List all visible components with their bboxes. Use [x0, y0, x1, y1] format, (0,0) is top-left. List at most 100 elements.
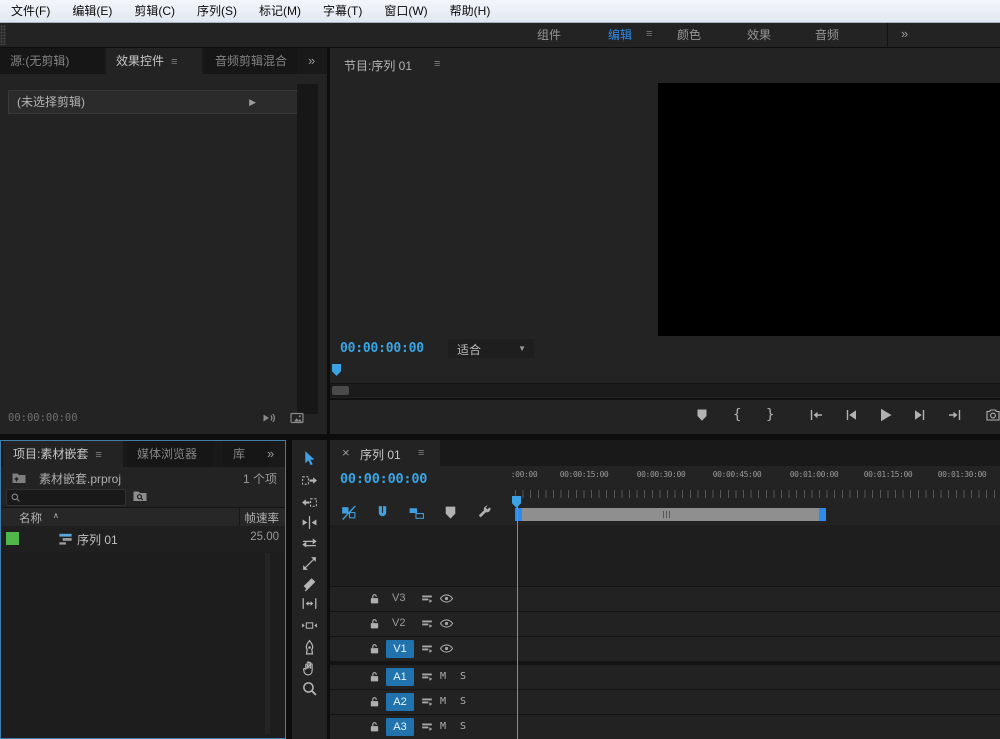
play-audio-icon[interactable] — [261, 410, 277, 426]
track-target-badge[interactable]: A2 — [386, 693, 414, 711]
mark-in-icon[interactable]: { — [733, 407, 741, 423]
track-target-badge[interactable]: A1 — [386, 668, 414, 686]
menu-clip[interactable]: 剪辑(C) — [123, 1, 186, 22]
track-row-a1[interactable]: A1 M S — [330, 664, 1000, 689]
slip-tool[interactable] — [301, 595, 318, 612]
menu-markers[interactable]: 标记(M) — [248, 1, 312, 22]
ripple-edit-tool[interactable] — [301, 514, 318, 531]
no-clip-selected-row[interactable]: (未选择剪辑) ▶ — [8, 90, 299, 114]
track-output-eye-icon[interactable] — [439, 641, 454, 656]
tab-effect-controls[interactable]: 效果控件≡ — [106, 48, 202, 74]
razor-tool[interactable] — [301, 575, 318, 592]
mute-button[interactable]: M — [440, 721, 446, 732]
sync-lock-icon[interactable] — [420, 642, 434, 656]
workspace-tab-color[interactable]: 颜色 — [677, 27, 701, 43]
zoom-handle-right[interactable] — [819, 508, 826, 521]
menu-file[interactable]: 文件(F) — [0, 1, 61, 22]
step-forward-icon[interactable] — [912, 407, 928, 423]
column-name[interactable]: 名称 — [19, 510, 42, 526]
timeline-menu-icon[interactable]: ≡ — [418, 447, 424, 459]
export-frame-camera-icon[interactable] — [985, 407, 1000, 423]
project-scrollbar[interactable] — [265, 553, 270, 734]
solo-button[interactable]: S — [460, 696, 466, 707]
menu-sequence[interactable]: 序列(S) — [186, 1, 248, 22]
track-row-v1[interactable]: V1 — [330, 636, 1000, 661]
timeline-settings-wrench-icon[interactable] — [476, 504, 493, 521]
tab-project[interactable]: 项目:素材嵌套≡ — [3, 441, 123, 467]
search-bin-folder-icon[interactable] — [132, 488, 148, 504]
track-label[interactable]: V3 — [392, 592, 405, 604]
menu-titles[interactable]: 字幕(T) — [312, 1, 373, 22]
project-item-row[interactable]: 序列 01 25.00 — [1, 526, 285, 552]
sync-lock-icon[interactable] — [420, 720, 434, 734]
track-select-backward-tool[interactable] — [301, 494, 318, 511]
menu-edit[interactable]: 编辑(E) — [61, 1, 123, 22]
selection-tool[interactable] — [301, 450, 318, 467]
zoom-bar-grip[interactable] — [663, 511, 672, 518]
sync-lock-icon[interactable] — [420, 670, 434, 684]
sync-lock-icon[interactable] — [420, 617, 434, 631]
mute-button[interactable]: M — [440, 671, 446, 682]
add-marker-icon[interactable] — [694, 407, 710, 423]
track-target-badge[interactable]: V1 — [386, 640, 414, 658]
program-mini-timeline[interactable] — [330, 363, 1000, 384]
rolling-edit-tool[interactable] — [301, 535, 318, 552]
mute-button[interactable]: M — [440, 696, 446, 707]
timeline-playhead-marker[interactable] — [512, 496, 521, 508]
mark-out-icon[interactable]: } — [766, 407, 774, 423]
workspace-overflow-chevron[interactable]: » — [901, 26, 908, 41]
solo-button[interactable]: S — [460, 721, 466, 732]
panel-overflow-chevron[interactable]: » — [308, 53, 315, 68]
rate-stretch-tool[interactable] — [301, 555, 318, 572]
workspace-tab-effects[interactable]: 效果 — [747, 27, 771, 43]
track-lock-icon[interactable] — [368, 642, 381, 655]
column-divider[interactable] — [239, 508, 240, 526]
export-frame-icon[interactable] — [289, 410, 305, 426]
track-output-eye-icon[interactable] — [439, 616, 454, 631]
program-playhead-marker[interactable] — [332, 364, 341, 376]
play-icon[interactable] — [877, 407, 893, 423]
sync-lock-icon[interactable] — [420, 695, 434, 709]
slide-tool[interactable] — [301, 617, 318, 634]
workspace-tab-editing[interactable]: 编辑 — [608, 27, 632, 43]
timeline-zoom-scrollbar[interactable] — [515, 508, 826, 521]
close-icon[interactable]: × — [342, 445, 350, 461]
snap-icon[interactable] — [374, 504, 391, 521]
menu-window[interactable]: 窗口(W) — [373, 1, 438, 22]
project-search-input[interactable] — [6, 489, 126, 506]
insert-nest-sequence-icon[interactable] — [340, 504, 357, 521]
track-lock-icon[interactable] — [368, 670, 381, 683]
go-to-out-icon[interactable] — [947, 407, 963, 423]
label-color-swatch[interactable] — [6, 532, 19, 545]
track-row-a2[interactable]: A2 M S — [330, 689, 1000, 714]
pen-tool[interactable] — [301, 639, 318, 656]
tab-media-browser[interactable]: 媒体浏览器 — [127, 441, 213, 467]
menu-help[interactable]: 帮助(H) — [439, 1, 502, 22]
timeline-add-marker-icon[interactable] — [442, 504, 459, 521]
track-lock-icon[interactable] — [368, 617, 381, 630]
track-target-badge[interactable]: A3 — [386, 718, 414, 736]
zoom-level-dropdown[interactable]: 适合 ▼ — [448, 339, 534, 358]
track-select-forward-tool[interactable] — [301, 472, 318, 489]
column-framerate[interactable]: 帧速率 — [245, 510, 280, 526]
track-lock-icon[interactable] — [368, 695, 381, 708]
solo-button[interactable]: S — [460, 671, 466, 682]
program-monitor-menu-icon[interactable]: ≡ — [434, 58, 440, 70]
track-row-a3[interactable]: A3 M S — [330, 714, 1000, 739]
collapse-triangle-icon[interactable]: ▶ — [249, 91, 256, 113]
panel-menu-icon[interactable]: ≡ — [171, 56, 177, 68]
track-lock-icon[interactable] — [368, 720, 381, 733]
folder-up-icon[interactable] — [11, 470, 27, 486]
workspace-tab-assembly[interactable]: 组件 — [537, 27, 561, 43]
tab-audio-clip-mixer[interactable]: 音频剪辑混合 — [205, 48, 297, 74]
item-name[interactable]: 序列 01 — [77, 531, 118, 548]
timeline-sequence-tab[interactable]: × 序列 01 ≡ — [330, 440, 440, 466]
track-row-v2[interactable]: V2 — [330, 611, 1000, 636]
project-overflow-chevron[interactable]: » — [267, 446, 274, 461]
track-lock-icon[interactable] — [368, 592, 381, 605]
track-output-eye-icon[interactable] — [439, 591, 454, 606]
workspace-menu-icon[interactable]: ≡ — [646, 28, 652, 40]
track-label[interactable]: V2 — [392, 617, 405, 629]
timeline-playhead-line[interactable] — [517, 496, 518, 739]
step-back-icon[interactable] — [843, 407, 859, 423]
